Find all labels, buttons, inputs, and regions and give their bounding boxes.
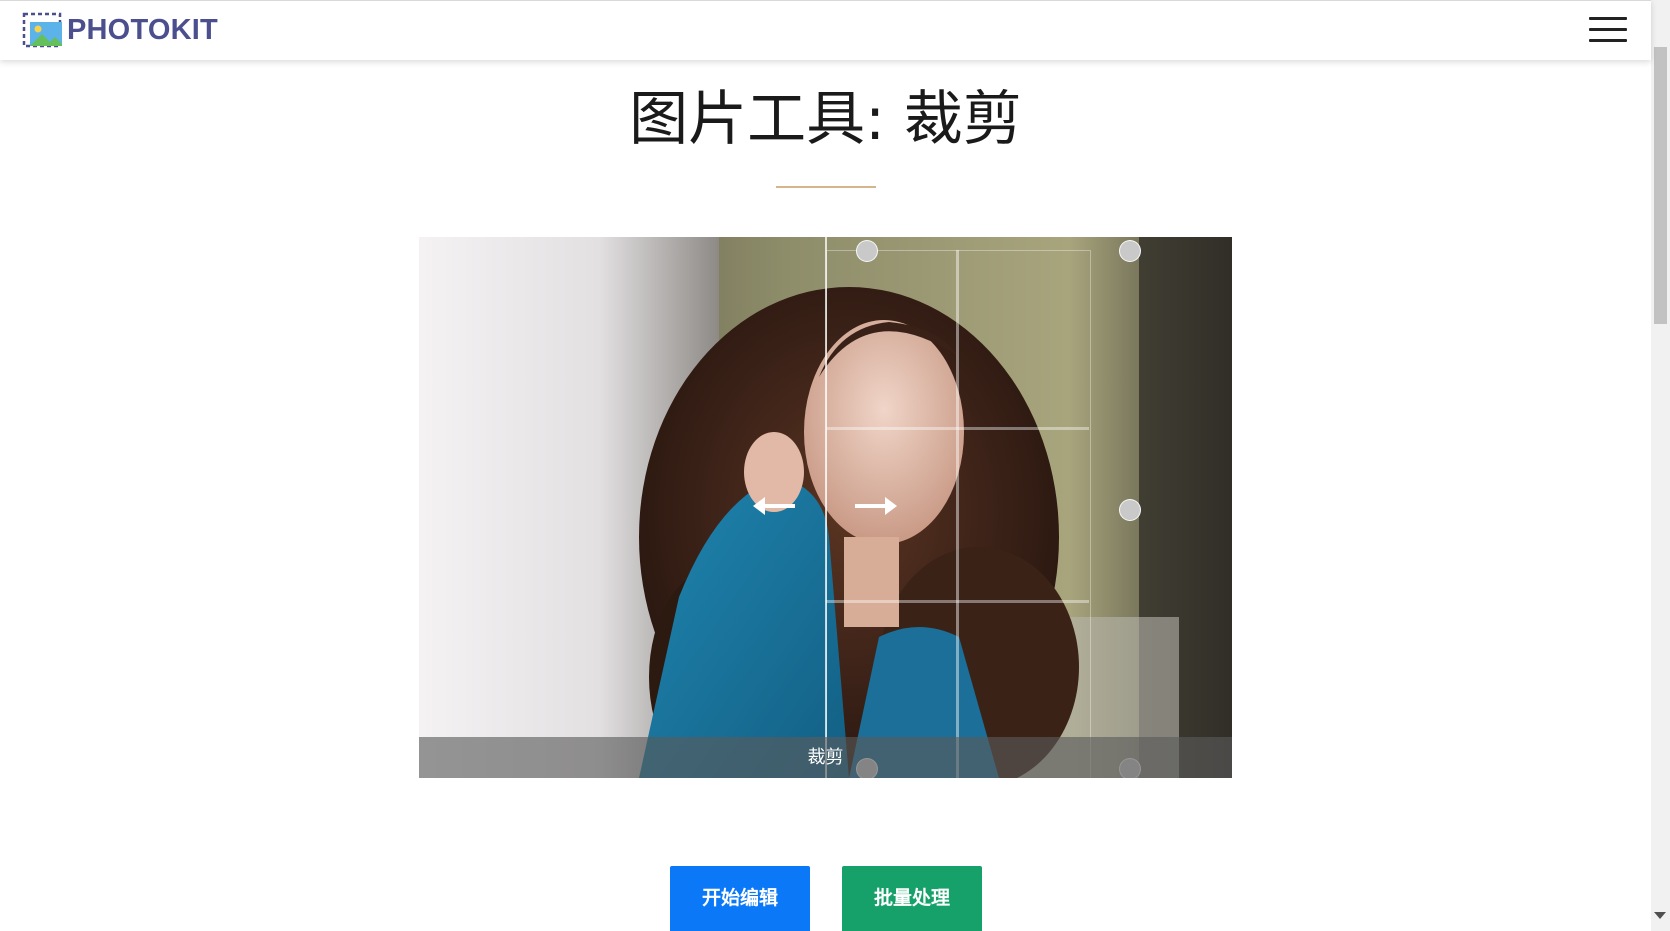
brand-name: PHOTOKIT xyxy=(67,13,218,46)
page-scrollbar[interactable] xyxy=(1651,0,1670,931)
page-title: 图片工具: 裁剪 xyxy=(629,84,1022,153)
crop-demo-image[interactable]: 裁剪 xyxy=(419,237,1232,778)
top-navbar: PHOTOKIT xyxy=(0,0,1651,60)
arrow-left-icon[interactable] xyxy=(753,493,797,519)
crop-grid-line xyxy=(826,600,1089,603)
demo-caption: 裁剪 xyxy=(419,737,1232,778)
scrollbar-thumb[interactable] xyxy=(1654,47,1667,324)
crop-handle-top-right[interactable] xyxy=(1119,240,1141,262)
hamburger-menu-icon[interactable] xyxy=(1589,15,1629,45)
crop-grid-line xyxy=(956,250,959,778)
comparison-split-line[interactable] xyxy=(825,237,827,778)
start-editing-button[interactable]: 开始编辑 xyxy=(670,866,810,931)
photo-frame-icon xyxy=(22,12,62,48)
scroll-down-arrow-icon[interactable] xyxy=(1654,912,1666,919)
crop-grid-line xyxy=(826,427,1089,430)
arrow-right-icon[interactable] xyxy=(853,493,897,519)
brand-logo-link[interactable]: PHOTOKIT xyxy=(22,12,218,48)
crop-handle-top-left[interactable] xyxy=(856,240,878,262)
title-divider xyxy=(776,186,876,188)
crop-handle-middle-right[interactable] xyxy=(1119,499,1141,521)
batch-process-button[interactable]: 批量处理 xyxy=(842,866,982,931)
